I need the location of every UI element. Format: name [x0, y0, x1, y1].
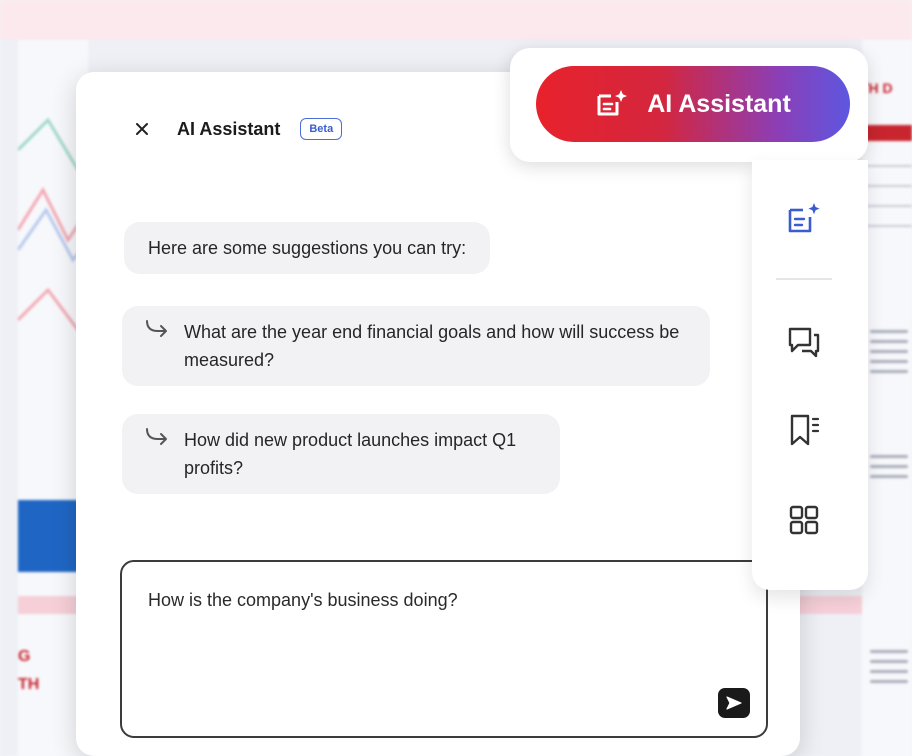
comment-icon [788, 327, 820, 358]
prompt-input[interactable] [148, 590, 728, 653]
background-text-line [870, 455, 908, 458]
send-button[interactable] [718, 688, 750, 718]
ai-assistant-icon [788, 203, 820, 233]
background-heading-fragment: G [18, 648, 31, 665]
background-text-line [870, 660, 908, 663]
background-text-line [870, 670, 908, 673]
background-text-line [870, 330, 908, 333]
close-icon [136, 123, 148, 135]
background-text-line [870, 350, 908, 353]
toolbar-comments[interactable] [782, 320, 826, 364]
suggestion-text: How did new product launches impact Q1 p… [184, 430, 517, 478]
background-red-bar [862, 125, 912, 141]
arrow-return-icon [146, 428, 167, 445]
prompt-input-box[interactable] [120, 560, 768, 738]
background-text-line [870, 475, 908, 478]
background-right-column [862, 40, 912, 756]
background-rule [862, 225, 912, 227]
beta-badge: Beta [300, 118, 343, 140]
suggestion-item[interactable]: How did new product launches impact Q1 p… [122, 414, 560, 494]
background-rule [862, 205, 912, 207]
arrow-return-icon [146, 320, 167, 337]
ai-assistant-button[interactable]: AI Assistant [536, 66, 850, 142]
panel-header: AI Assistant Beta [131, 118, 343, 140]
background-text-line [870, 340, 908, 343]
suggestions-intro: Here are some suggestions you can try: [124, 222, 491, 274]
background-text-line [870, 360, 908, 363]
background-text-line [870, 650, 908, 653]
panel-title: AI Assistant [177, 118, 281, 139]
suggestion-item[interactable]: What are the year end financial goals an… [122, 306, 710, 386]
close-button[interactable] [131, 118, 153, 140]
send-icon [726, 696, 742, 710]
suggestion-text: What are the year end financial goals an… [184, 322, 680, 370]
background-text-line [870, 465, 908, 468]
ai-assistant-launcher-card: AI Assistant [510, 48, 868, 162]
background-rule [862, 185, 912, 187]
grid-icon [789, 505, 819, 535]
right-toolbar [752, 160, 868, 590]
ai-assistant-button-label: AI Assistant [647, 89, 791, 118]
ai-assistant-panel: AI Assistant Beta Here are some suggesti… [76, 72, 800, 756]
toolbar-divider [776, 278, 832, 280]
background-text-line [870, 370, 908, 373]
toolbar-bookmarks[interactable] [782, 408, 826, 452]
ai-sparkle-icon [597, 90, 628, 116]
toolbar-thumbnails[interactable] [782, 498, 826, 542]
background-rule [862, 165, 912, 167]
bookmark-icon [790, 414, 820, 446]
background-heading-fragment: TH [18, 676, 40, 693]
background-text-line [870, 680, 908, 683]
toolbar-ai-assistant[interactable] [782, 196, 826, 240]
